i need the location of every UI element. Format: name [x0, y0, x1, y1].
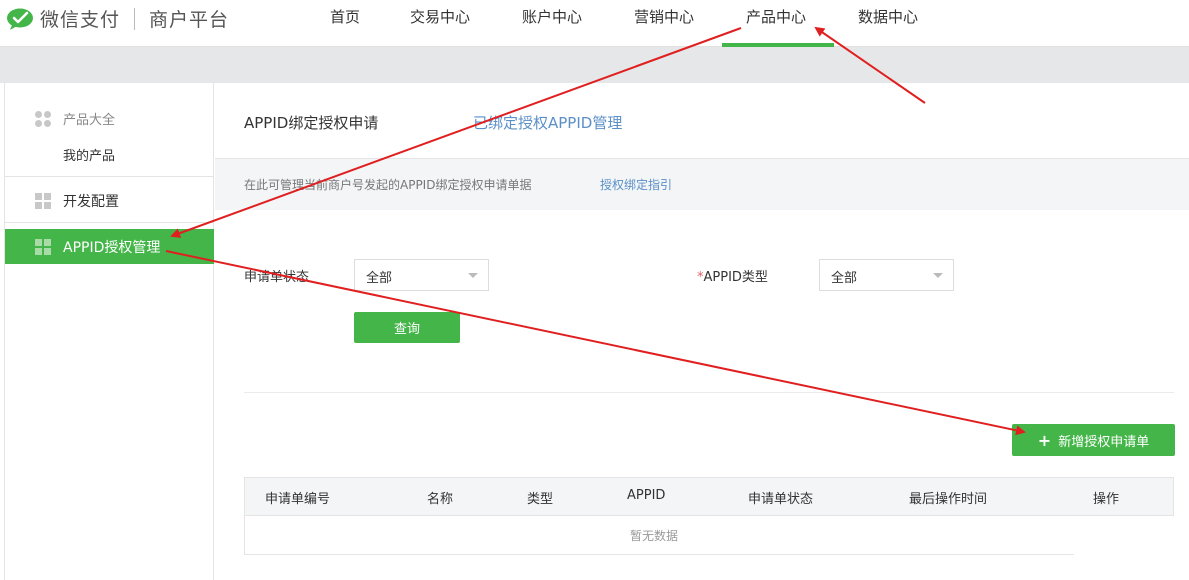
nav-marketing[interactable]: 营销中心: [634, 6, 694, 27]
add-auth-request-label: 新增授权申请单: [1058, 434, 1150, 450]
column-header: 申请单状态: [748, 492, 814, 507]
grid-icon: [35, 193, 51, 209]
wechat-pay-logo-icon: [6, 8, 34, 30]
column-header: 名称: [427, 492, 454, 507]
plus-icon: +: [1037, 430, 1052, 450]
sidebar-item-label: 开发配置: [63, 194, 119, 210]
nav-home[interactable]: 首页: [330, 6, 360, 27]
nav-account[interactable]: 账户中心: [522, 6, 582, 27]
query-button[interactable]: 查询: [354, 312, 460, 343]
column-header: 最后操作时间: [909, 492, 988, 507]
sidebar-item-appid-auth-row: APPID授权管理: [35, 237, 160, 257]
logo[interactable]: 微信支付 商户平台: [6, 5, 229, 32]
type-filter-select[interactable]: 全部: [819, 259, 954, 291]
sidebar-group-title: 产品大全: [35, 109, 115, 128]
header-gray-strip: [0, 47, 1189, 83]
column-header: APPID: [627, 488, 666, 503]
tab-appid-bind-request[interactable]: APPID绑定授权申请: [244, 112, 378, 133]
brand-divider: [134, 7, 136, 30]
status-filter-value: 全部: [366, 271, 393, 286]
sidebar-divider: [5, 222, 214, 223]
nav-transactions[interactable]: 交易中心: [410, 6, 470, 27]
add-auth-request-button[interactable]: + 新增授权申请单: [1012, 424, 1175, 456]
sidebar-item-dev-config[interactable]: 开发配置: [35, 191, 119, 211]
brand-subtitle: 商户平台: [149, 9, 230, 31]
auth-guide-link[interactable]: 授权绑定指引: [600, 176, 672, 193]
chevron-down-icon: [933, 273, 943, 278]
empty-state-text: 暂无数据: [630, 529, 679, 543]
query-button-label: 查询: [393, 322, 420, 337]
nav-data[interactable]: 数据中心: [858, 6, 918, 27]
top-bar: 微信支付 商户平台 首页 交易中心 账户中心 营销中心 产品中心 数据中心: [0, 0, 1189, 47]
sidebar-item-label: APPID授权管理: [63, 240, 161, 256]
type-filter-value: 全部: [831, 271, 858, 286]
status-filter-label: 申请单状态: [244, 270, 310, 285]
type-filter-label-text: APPID类型: [703, 270, 768, 285]
column-header: 操作: [1093, 492, 1120, 507]
sidebar-item-appid-auth[interactable]: APPID授权管理: [5, 229, 214, 264]
type-filter-label: *APPID类型: [697, 266, 768, 285]
column-header: 类型: [527, 492, 554, 507]
sidebar-group-label: 产品大全: [63, 113, 116, 128]
table-header: [244, 477, 1174, 516]
tab-bound-appid-management[interactable]: 已绑定授权APPID管理: [473, 112, 622, 133]
brand-name: 微信支付: [40, 9, 121, 31]
section-divider: [244, 392, 1174, 393]
chevron-down-icon: [468, 273, 478, 278]
sidebar-divider: [5, 176, 214, 177]
column-header: 申请单编号: [265, 492, 331, 507]
grid-icon: [35, 239, 51, 255]
product-catalog-icon: [35, 110, 51, 127]
nav-products[interactable]: 产品中心: [746, 6, 806, 27]
sidebar-item-my-products[interactable]: 我的产品: [63, 145, 115, 164]
sidebar: 产品大全 我的产品 开发配置 APPID授权管理: [4, 83, 214, 580]
status-filter-select[interactable]: 全部: [354, 259, 489, 291]
info-text: 在此可管理当前商户号发起的APPID绑定授权申请单据: [244, 178, 532, 192]
